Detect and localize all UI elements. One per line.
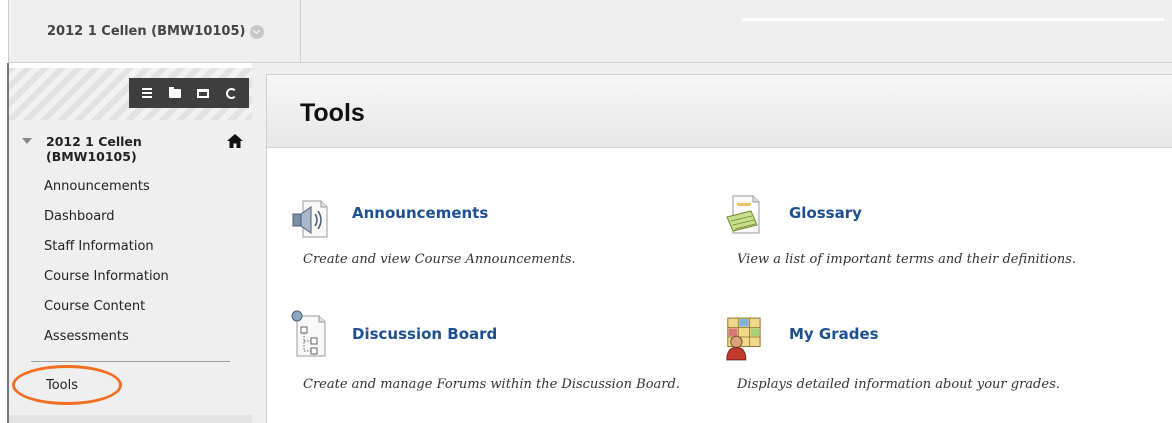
page-header: Tools — [267, 75, 1172, 148]
glossary-description: View a list of important terms and their… — [737, 252, 1077, 267]
sidebar-item-course-content[interactable]: Course Content — [9, 296, 252, 326]
sidebar-item-assessments[interactable]: Assessments — [9, 326, 252, 356]
top-bar-divider — [742, 18, 1164, 21]
sidebar-item-announcements[interactable]: Announcements — [9, 176, 252, 206]
sidebar-course-heading[interactable]: 2012 1 Cellen (BMW10105) — [9, 130, 252, 170]
course-sidebar: 2012 1 Cellen (BMW10105) Announcements D… — [9, 68, 252, 423]
list-view-button[interactable] — [138, 84, 156, 102]
discussion-board-link[interactable]: Discussion Board — [352, 325, 497, 343]
announcements-description: Create and view Course Announcements. — [303, 252, 576, 267]
discussion-board-description: Create and manage Forums within the Disc… — [303, 377, 680, 392]
collapse-triangle-icon[interactable] — [22, 138, 32, 144]
sidebar-menu: Announcements Dashboard Staff Informatio… — [9, 176, 252, 356]
sidebar-item-staff-information[interactable]: Staff Information — [9, 236, 252, 266]
sidebar-toolbar — [129, 78, 249, 108]
sidebar-course-title[interactable]: 2012 1 Cellen (BMW10105) — [46, 134, 206, 164]
grades-person-icon[interactable] — [724, 315, 762, 361]
announcements-link[interactable]: Announcements — [352, 204, 488, 222]
sidebar-divider — [31, 361, 230, 362]
course-top-bar: 2012 1 Cellen (BMW10105) — [0, 0, 1172, 63]
course-menu-title: 2012 1 Cellen (BMW10105) — [47, 24, 246, 39]
window-icon — [197, 88, 209, 98]
sidebar-item-dashboard[interactable]: Dashboard — [9, 206, 252, 236]
my-grades-description: Displays detailed information about your… — [737, 377, 1060, 392]
my-grades-link[interactable]: My Grades — [789, 325, 879, 343]
top-bar-panel: 2012 1 Cellen (BMW10105) — [8, 0, 1172, 63]
sidebar-footer — [9, 415, 252, 423]
sidebar-item-course-information[interactable]: Course Information — [9, 266, 252, 296]
discussion-tree-icon[interactable] — [289, 310, 327, 358]
content-panel: Tools Announcements Create and view Cour… — [266, 74, 1172, 423]
glossary-link[interactable]: Glossary — [789, 204, 862, 222]
folder-icon — [169, 86, 181, 98]
glossary-notepad-icon[interactable] — [725, 195, 763, 235]
list-icon — [142, 88, 152, 98]
highlight-circle — [12, 365, 122, 405]
sidebar-header — [9, 68, 252, 120]
chevron-down-icon[interactable] — [250, 24, 265, 39]
refresh-icon — [225, 87, 237, 99]
page-title: Tools — [300, 99, 365, 127]
folder-view-button[interactable] — [166, 84, 184, 102]
speaker-document-icon[interactable] — [291, 199, 329, 239]
refresh-button[interactable] — [222, 84, 240, 102]
new-window-button[interactable] — [194, 84, 212, 102]
course-menu-button[interactable]: 2012 1 Cellen (BMW10105) — [9, 0, 301, 63]
home-icon[interactable] — [227, 134, 243, 148]
